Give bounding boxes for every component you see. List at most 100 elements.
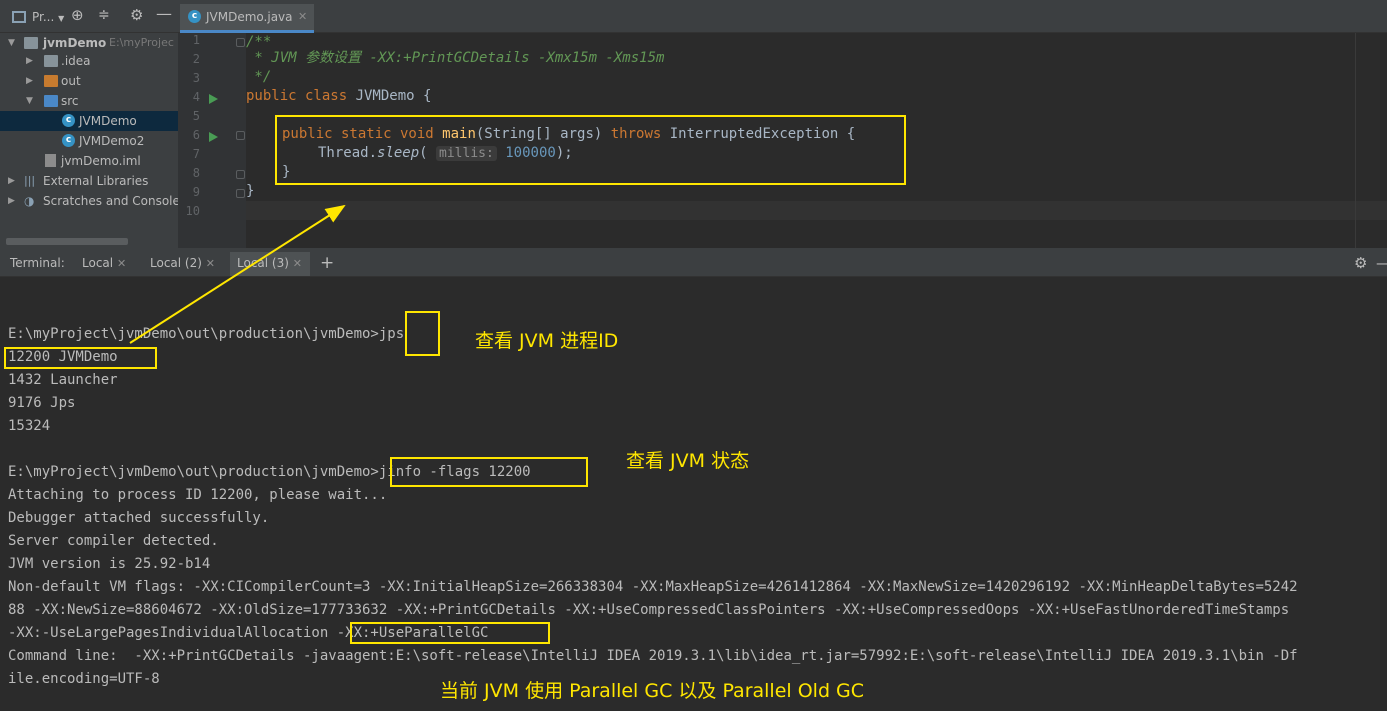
- fold-icon[interactable]: [236, 38, 245, 47]
- hide-icon[interactable]: —: [1376, 252, 1387, 276]
- annotation-jps: 查看 JVM 进程ID: [475, 330, 619, 352]
- chevron-right-icon[interactable]: ▶: [26, 51, 36, 71]
- terminal-line: Debugger attached successfully.: [8, 510, 270, 526]
- editor-tab-bar: c JVMDemo.java ✕: [178, 0, 1387, 33]
- terminal-line: Command line: -XX:+PrintGCDetails -javaa…: [8, 648, 1298, 664]
- terminal-line: 1432 Launcher: [8, 372, 118, 388]
- close-icon[interactable]: ✕: [117, 257, 126, 270]
- tree-item-path: E:\myProjec: [109, 36, 174, 49]
- collapse-all-icon[interactable]: ≑: [98, 6, 110, 24]
- tab-label: JVMDemo.java: [206, 10, 293, 24]
- tree-item-label: JVMDemo: [79, 114, 137, 128]
- tree-item-label: out: [61, 74, 81, 88]
- line-number: 10: [185, 204, 200, 218]
- project-tree: ▼ jvmDemo E:\myProjec ▶ .idea ▶ out ▼ sr…: [0, 33, 178, 248]
- fold-icon[interactable]: [236, 131, 245, 140]
- tree-item-idea[interactable]: ▶ .idea: [0, 51, 178, 71]
- tree-item-scratches[interactable]: ▶ ◑ Scratches and Consoles: [0, 191, 178, 211]
- terminal-line: Server compiler detected.: [8, 533, 219, 549]
- line-number: 7: [192, 147, 200, 161]
- parallel-gc-flag-highlight-box: [350, 622, 550, 644]
- tree-item-out[interactable]: ▶ out: [0, 71, 178, 91]
- terminal-line: 15324: [8, 418, 51, 434]
- tab-label: Local: [82, 256, 114, 270]
- gear-icon[interactable]: ⚙: [1354, 252, 1367, 276]
- tree-item-label: External Libraries: [43, 174, 149, 188]
- java-class-icon: c: [188, 10, 201, 23]
- chevron-down-icon[interactable]: ▼: [8, 33, 18, 53]
- tab-jvmdemo-java[interactable]: c JVMDemo.java ✕: [180, 4, 314, 33]
- chevron-down-icon[interactable]: ▼: [26, 91, 36, 111]
- tree-item-jvmdemo-class[interactable]: c JVMDemo: [0, 111, 178, 131]
- terminal-line: ile.encoding=UTF-8: [8, 671, 160, 687]
- code-line: */: [246, 69, 272, 85]
- line-number: 3: [192, 71, 200, 85]
- java-class-icon: c: [62, 114, 75, 127]
- tree-item-label: JVMDemo2: [79, 134, 145, 148]
- new-tab-icon[interactable]: +: [320, 252, 334, 276]
- code-token: JVMDemo {: [355, 88, 432, 104]
- terminal-line: Non-default VM flags: -XX:CICompilerCoun…: [8, 579, 1298, 595]
- code-line: }: [246, 183, 255, 199]
- module-folder-icon: [24, 37, 38, 49]
- tree-item-jvmdemo[interactable]: ▼ jvmDemo E:\myProjec: [0, 33, 178, 53]
- right-margin-guide: [1355, 33, 1356, 248]
- chevron-right-icon[interactable]: ▶: [26, 71, 36, 91]
- jps-command-highlight-box: [405, 311, 440, 356]
- tab-label: Local (3): [237, 256, 289, 270]
- java-class-icon: c: [62, 134, 75, 147]
- close-icon[interactable]: ✕: [206, 257, 215, 270]
- terminal-line: E:\myProject\jvmDemo\out\production\jvmD…: [8, 326, 405, 342]
- source-folder-icon: [44, 95, 58, 107]
- project-view-title: Pr...: [32, 10, 55, 24]
- fold-icon[interactable]: [236, 189, 245, 198]
- terminal-title: Terminal:: [10, 256, 65, 270]
- annotation-jinfo: 查看 JVM 状态: [626, 450, 750, 472]
- line-number: 5: [192, 109, 200, 123]
- folder-icon: [44, 55, 58, 67]
- tree-item-iml[interactable]: jvmDemo.iml: [0, 151, 178, 171]
- project-toolwindow-header: Pr... ▼ ⊕ ≑ ⚙ —: [0, 0, 178, 33]
- tree-item-src[interactable]: ▼ src: [0, 91, 178, 111]
- tree-item-external-libraries[interactable]: ▶ ||| External Libraries: [0, 171, 178, 191]
- close-icon[interactable]: ✕: [293, 257, 302, 270]
- terminal-line: JVM version is 25.92-b14: [8, 556, 211, 572]
- code-token: public class: [246, 88, 356, 104]
- tab-label: Local (2): [150, 256, 202, 270]
- tree-item-label: jvmDemo.iml: [61, 154, 141, 168]
- terminal-line: 88 -XX:NewSize=88604672 -XX:OldSize=1777…: [8, 602, 1290, 618]
- line-number: 4: [192, 90, 200, 104]
- line-number: 1: [192, 33, 200, 47]
- terminal-output[interactable]: E:\myProject\jvmDemo\out\production\jvmD…: [0, 277, 1387, 711]
- tab-local-3[interactable]: Local (3) ✕: [230, 252, 310, 276]
- horizontal-scrollbar[interactable]: [6, 238, 128, 245]
- terminal-tab-bar: Terminal: Local ✕ Local (2) ✕ Local (3) …: [0, 252, 1387, 277]
- run-class-icon[interactable]: [209, 94, 218, 104]
- project-view-icon[interactable]: [12, 11, 26, 23]
- gear-icon[interactable]: ⚙: [130, 6, 143, 24]
- line-number: 6: [192, 128, 200, 142]
- close-icon[interactable]: ✕: [298, 4, 307, 30]
- locate-icon[interactable]: ⊕: [71, 6, 84, 24]
- jinfo-command-highlight-box: [390, 457, 588, 487]
- tree-item-jvmdemo2-class[interactable]: c JVMDemo2: [0, 131, 178, 151]
- line-number: 2: [192, 52, 200, 66]
- project-view-selector[interactable]: Pr... ▼: [32, 8, 64, 26]
- tree-item-label: .idea: [61, 54, 91, 68]
- tree-item-label: src: [61, 94, 79, 108]
- terminal-line: 9176 Jps: [8, 395, 76, 411]
- terminal-line: Attaching to process ID 12200, please wa…: [8, 487, 388, 503]
- fold-icon[interactable]: [236, 170, 245, 179]
- chevron-right-icon[interactable]: ▶: [8, 191, 18, 211]
- chevron-right-icon[interactable]: ▶: [8, 171, 18, 191]
- run-main-icon[interactable]: [209, 132, 218, 142]
- line-number: 8: [192, 166, 200, 180]
- module-file-icon: [45, 154, 56, 167]
- tab-local-2[interactable]: Local (2) ✕: [144, 252, 224, 276]
- annotation-gc: 当前 JVM 使用 Parallel GC 以及 Parallel Old GC: [440, 680, 865, 702]
- tree-item-label: jvmDemo: [43, 36, 107, 50]
- hide-icon[interactable]: —: [156, 5, 172, 23]
- tab-local[interactable]: Local ✕: [76, 252, 136, 276]
- line-number: 9: [192, 185, 200, 199]
- code-line: * JVM 参数设置 -XX:+PrintGCDetails -Xmx15m -…: [246, 50, 665, 66]
